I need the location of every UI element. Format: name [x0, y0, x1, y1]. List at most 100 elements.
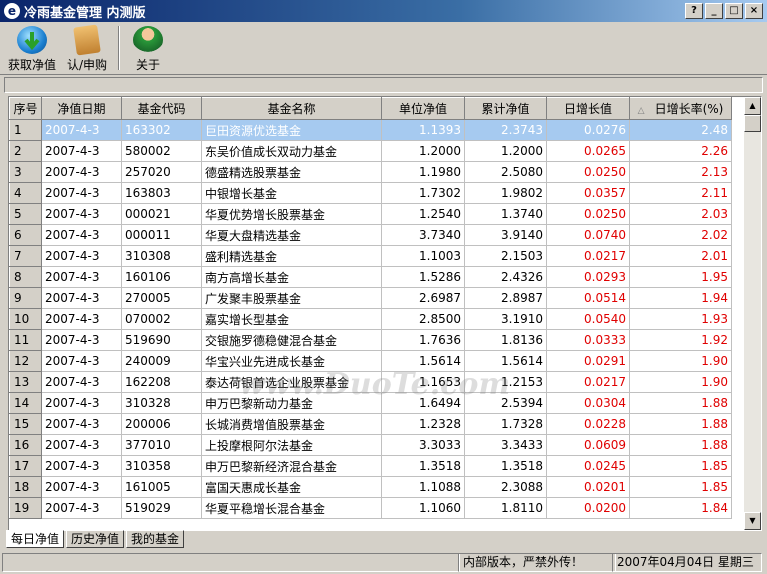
cell-code: 160106 — [121, 266, 202, 288]
table-row[interactable]: 3 2007-4-3 257020 德盛精选股票基金 1.1980 2.5080 0.025… — [9, 161, 732, 183]
maximize-icon[interactable]: □ — [725, 3, 743, 19]
table-row[interactable]: 1 2007-4-3 163302 巨田资源优选基金 1.1393 2.3743 0.027… — [9, 119, 732, 141]
close-icon[interactable]: × — [745, 3, 763, 19]
cell-cum-nav: 3.1910 — [464, 308, 547, 330]
cell-daily-inc: 0.0245 — [546, 455, 630, 477]
cell-daily-inc: 0.0201 — [546, 476, 630, 498]
table-row[interactable]: 4 2007-4-3 163803 中银增长基金 1.7302 1.9802 0.0357 2… — [9, 182, 732, 204]
scroll-down-icon[interactable]: ▼ — [744, 512, 761, 530]
cell-code: 161005 — [121, 476, 202, 498]
cell-daily-inc: 0.0276 — [546, 119, 630, 141]
cell-date: 2007-4-3 — [41, 140, 122, 162]
row-number: 7 — [9, 245, 42, 267]
cell-unit-nav: 1.6494 — [381, 392, 465, 414]
row-number: 5 — [9, 203, 42, 225]
table-row[interactable]: 16 2007-4-3 377010 上投摩根阿尔法基金 3.3033 3.3433 0.0… — [9, 434, 732, 456]
cell-cum-nav: 1.5614 — [464, 350, 547, 372]
table-row[interactable]: 17 2007-4-3 310358 申万巴黎新经济混合基金 1.3518 1.3518 0… — [9, 455, 732, 477]
cell-name: 华宝兴业先进成长基金 — [201, 350, 382, 372]
cell-cum-nav: 1.2153 — [464, 371, 547, 393]
table-row[interactable]: 2 2007-4-3 580002 东吴价值成长双动力基金 1.2000 1.2000 0.… — [9, 140, 732, 162]
col-header-name[interactable]: 基金名称 — [201, 97, 382, 120]
cell-daily-inc: 0.0540 — [546, 308, 630, 330]
fund-table[interactable]: 序号 净值日期 基金代码 基金名称 单位净值 累计净值 日增长值 △ 日增长率(%… — [8, 96, 762, 531]
vertical-scrollbar[interactable]: ▲ ▼ — [744, 97, 761, 530]
cell-name: 嘉实增长型基金 — [201, 308, 382, 330]
cell-daily-inc: 0.0304 — [546, 392, 630, 414]
subscribe-button[interactable]: 认/申购 — [62, 24, 112, 72]
col-header-unit-nav[interactable]: 单位净值 — [381, 97, 465, 120]
sort-asc-icon: △ — [637, 106, 645, 116]
cell-code: 310308 — [121, 245, 202, 267]
table-row[interactable]: 14 2007-4-3 310328 申万巴黎新动力基金 1.6494 2.5394 0.0… — [9, 392, 732, 414]
row-number: 11 — [9, 329, 42, 351]
col-header-daily-inc[interactable]: 日增长值 — [546, 97, 630, 120]
status-date: 2007年04月04日 星期三 — [612, 553, 762, 572]
cell-date: 2007-4-3 — [41, 476, 122, 498]
download-globe-icon — [17, 26, 47, 54]
cell-daily-inc: 0.0200 — [546, 497, 630, 519]
cell-name: 申万巴黎新动力基金 — [201, 392, 382, 414]
cell-date: 2007-4-3 — [41, 455, 122, 477]
cell-unit-nav: 1.2000 — [381, 140, 465, 162]
fetch-nav-button[interactable]: 获取净值 — [4, 24, 60, 72]
cell-name: 华夏优势增长股票基金 — [201, 203, 382, 225]
table-row[interactable]: 10 2007-4-3 070002 嘉实增长型基金 2.8500 3.1910 0.054… — [9, 308, 732, 330]
cell-cum-nav: 3.9140 — [464, 224, 547, 246]
cell-code: 000011 — [121, 224, 202, 246]
table-row[interactable]: 15 2007-4-3 200006 长城消费增值股票基金 1.2328 1.7328 0.… — [9, 413, 732, 435]
cell-daily-rate: 1.94 — [629, 287, 732, 309]
minimize-icon[interactable]: _ — [705, 3, 723, 19]
help-icon[interactable]: ? — [685, 3, 703, 19]
col-header-code[interactable]: 基金代码 — [121, 97, 202, 120]
table-row[interactable]: 11 2007-4-3 519690 交银施罗德稳健混合基金 1.7636 1.8136 0… — [9, 329, 732, 351]
cell-cum-nav: 2.5080 — [464, 161, 547, 183]
cell-unit-nav: 1.7302 — [381, 182, 465, 204]
cell-date: 2007-4-3 — [41, 182, 122, 204]
table-row[interactable]: 18 2007-4-3 161005 富国天惠成长基金 1.1088 2.3088 0.02… — [9, 476, 732, 498]
table-row[interactable]: 6 2007-4-3 000011 华夏大盘精选基金 3.7340 3.9140 0.074… — [9, 224, 732, 246]
cell-unit-nav: 3.3033 — [381, 434, 465, 456]
cell-date: 2007-4-3 — [41, 371, 122, 393]
cell-daily-inc: 0.0514 — [546, 287, 630, 309]
tab-daily-nav[interactable]: 每日净值 — [6, 530, 65, 548]
table-row[interactable]: 19 2007-4-3 519029 华夏平稳增长混合基金 1.1060 1.8110 0.… — [9, 497, 732, 519]
table-row[interactable]: 9 2007-4-3 270005 广发聚丰股票基金 2.6987 2.8987 0.051… — [9, 287, 732, 309]
about-button[interactable]: 关于 — [126, 24, 170, 72]
row-number: 10 — [9, 308, 42, 330]
cell-daily-inc: 0.0357 — [546, 182, 630, 204]
cell-code: 163302 — [121, 119, 202, 141]
col-header-no[interactable]: 序号 — [9, 97, 42, 120]
col-header-daily-rate[interactable]: △ 日增长率(%) — [629, 97, 732, 120]
table-row[interactable]: 13 2007-4-3 162208 泰达荷银首选企业股票基金 1.1653 1.2153… — [9, 371, 732, 393]
table-row[interactable]: 7 2007-4-3 310308 盛利精选基金 1.1003 2.1503 0.0217 2… — [9, 245, 732, 267]
table-row[interactable]: 5 2007-4-3 000021 华夏优势增长股票基金 1.2540 1.3740 0.0… — [9, 203, 732, 225]
cell-date: 2007-4-3 — [41, 497, 122, 519]
cell-date: 2007-4-3 — [41, 434, 122, 456]
cell-code: 310328 — [121, 392, 202, 414]
row-number: 17 — [9, 455, 42, 477]
cell-code: 163803 — [121, 182, 202, 204]
cell-cum-nav: 1.7328 — [464, 413, 547, 435]
tab-my-funds[interactable]: 我的基金 — [126, 530, 185, 548]
col-header-cum-nav[interactable]: 累计净值 — [464, 97, 547, 120]
cell-name: 广发聚丰股票基金 — [201, 287, 382, 309]
row-number: 16 — [9, 434, 42, 456]
scroll-up-icon[interactable]: ▲ — [744, 97, 761, 115]
table-row[interactable]: 12 2007-4-3 240009 华宝兴业先进成长基金 1.5614 1.5614 0.… — [9, 350, 732, 372]
table-row[interactable]: 8 2007-4-3 160106 南方高增长基金 1.5286 2.4326 0.0293… — [9, 266, 732, 288]
scroll-thumb[interactable] — [744, 115, 761, 132]
cell-daily-rate: 1.88 — [629, 392, 732, 414]
cell-daily-rate: 1.90 — [629, 371, 732, 393]
toolbar: 获取净值 认/申购 关于 — [0, 22, 767, 75]
cell-unit-nav: 1.3518 — [381, 455, 465, 477]
col-header-date[interactable]: 净值日期 — [41, 97, 122, 120]
status-notice: 内部版本，严禁外传！ — [458, 553, 616, 572]
cell-cum-nav: 2.1503 — [464, 245, 547, 267]
cell-cum-nav: 2.3743 — [464, 119, 547, 141]
cell-date: 2007-4-3 — [41, 224, 122, 246]
cell-date: 2007-4-3 — [41, 350, 122, 372]
cell-cum-nav: 2.8987 — [464, 287, 547, 309]
row-number: 9 — [9, 287, 42, 309]
tab-history-nav[interactable]: 历史净值 — [66, 530, 125, 548]
